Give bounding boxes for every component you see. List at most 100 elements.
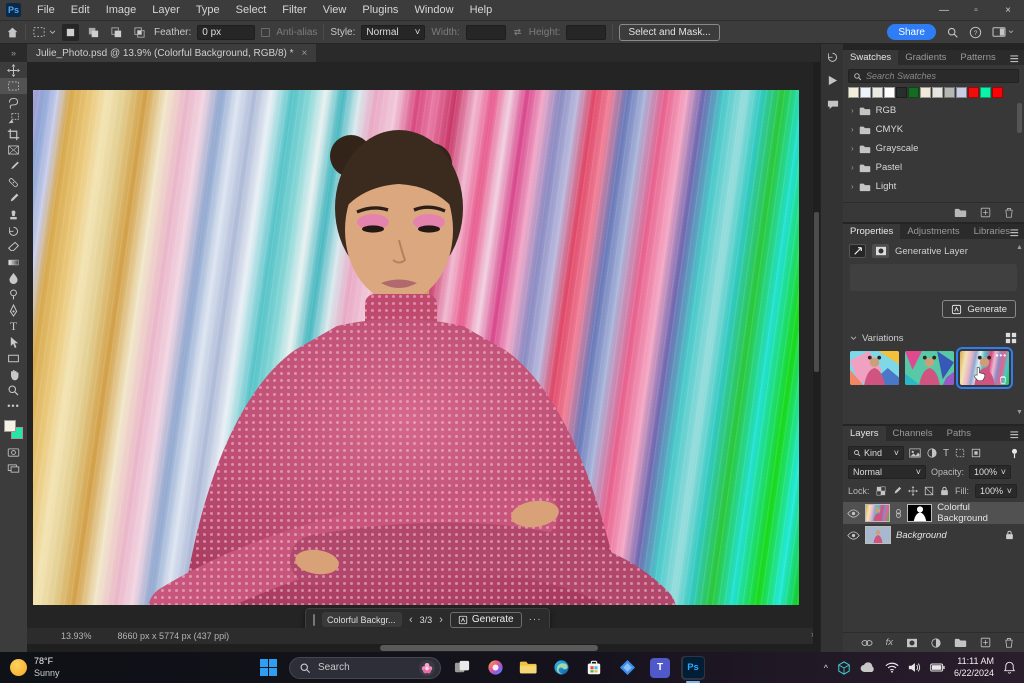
color-swatch[interactable] xyxy=(944,87,955,98)
panel-tab[interactable]: Layers xyxy=(843,426,886,441)
generate-button[interactable]: Generate xyxy=(942,300,1016,318)
prompt-field[interactable]: Colorful Backgr... xyxy=(322,612,402,627)
swatches-scrollbar[interactable] xyxy=(1017,103,1023,193)
quick-mask-icon[interactable] xyxy=(0,444,27,460)
generate-button[interactable]: Generate xyxy=(449,611,522,628)
prompt-textbox[interactable] xyxy=(850,264,1017,291)
expand-icon[interactable]: › xyxy=(851,125,854,134)
width-input[interactable] xyxy=(465,24,506,40)
hscroll-thumb[interactable] xyxy=(380,645,598,651)
notifications-bell-icon[interactable] xyxy=(1003,661,1016,674)
path-selection-tool[interactable] xyxy=(0,334,27,350)
previous-variation-icon[interactable]: ‹ xyxy=(409,614,413,626)
delete-swatch-icon[interactable] xyxy=(1004,207,1014,218)
visibility-eye-icon[interactable] xyxy=(847,530,860,540)
filter-toggle-icon[interactable] xyxy=(1010,448,1019,459)
filter-shape-layers-icon[interactable] xyxy=(955,448,965,458)
object-selection-tool[interactable] xyxy=(0,110,27,126)
share-button[interactable]: Share xyxy=(887,24,936,40)
maximize-button[interactable]: ▫ xyxy=(960,0,992,20)
next-variation-icon[interactable]: › xyxy=(439,614,443,626)
filter-type-layers-icon[interactable]: T xyxy=(943,448,949,459)
subtract-selection-mode[interactable] xyxy=(108,24,125,41)
delete-layer-icon[interactable] xyxy=(1004,637,1014,648)
frame-tool[interactable] xyxy=(0,142,27,158)
variations-header[interactable]: Variations xyxy=(843,324,1024,348)
blend-mode-select[interactable]: Normal ˅ xyxy=(848,465,926,479)
clock-widget[interactable]: 11:11 AM 6/22/2024 xyxy=(954,656,994,679)
menu-item[interactable]: Filter xyxy=(274,0,314,20)
swatch-group-row[interactable]: › RGB xyxy=(843,101,1024,120)
export-icon[interactable] xyxy=(821,68,844,92)
blur-tool[interactable] xyxy=(0,270,27,286)
layer-mask-thumbnail[interactable] xyxy=(907,504,933,522)
swatches-search[interactable] xyxy=(848,69,1019,83)
filter-pixel-layers-icon[interactable] xyxy=(909,448,921,458)
comments-icon[interactable] xyxy=(821,92,844,116)
color-swatch[interactable] xyxy=(884,87,895,98)
hand-tool[interactable] xyxy=(0,366,27,382)
vertical-scrollbar[interactable] xyxy=(813,62,820,644)
menu-item[interactable]: Help xyxy=(462,0,501,20)
eraser-tool[interactable] xyxy=(0,238,27,254)
taskbar-search[interactable]: Search xyxy=(289,656,441,679)
delete-variation-icon[interactable] xyxy=(999,375,1007,384)
vscroll-thumb[interactable] xyxy=(814,212,819,372)
menu-item[interactable]: View xyxy=(315,0,355,20)
file-explorer-button[interactable] xyxy=(516,656,540,680)
add-mask-icon[interactable] xyxy=(906,638,918,648)
panel-tab[interactable]: Properties xyxy=(843,224,901,239)
photoshop-taskbar-button[interactable]: Ps xyxy=(681,655,705,683)
new-selection-mode[interactable] xyxy=(62,23,79,41)
panel-tab[interactable]: Swatches xyxy=(843,50,899,65)
intersect-selection-mode[interactable] xyxy=(131,24,148,41)
horizontal-scrollbar[interactable] xyxy=(27,644,820,652)
color-swatch[interactable] xyxy=(992,87,1003,98)
swatch-group-row[interactable]: › Light xyxy=(843,177,1024,196)
start-button[interactable] xyxy=(256,656,280,680)
swatch-group-row[interactable]: › Pastel xyxy=(843,158,1024,177)
edit-toolbar-icon[interactable]: ••• xyxy=(0,398,27,414)
help-icon[interactable]: ? xyxy=(969,26,982,39)
crop-tool[interactable] xyxy=(0,126,27,142)
clone-stamp-tool[interactable] xyxy=(0,206,27,222)
pen-tool[interactable] xyxy=(0,302,27,318)
drag-handle[interactable] xyxy=(313,613,315,626)
panel-menu-icon[interactable]: ≡ xyxy=(1010,427,1019,445)
workspace-icon[interactable] xyxy=(992,26,1014,38)
layer-row-background[interactable]: Background xyxy=(843,524,1024,546)
layer-thumbnail[interactable] xyxy=(865,526,891,544)
menu-item[interactable]: Select xyxy=(228,0,275,20)
dodge-tool[interactable] xyxy=(0,286,27,302)
canvas-image[interactable] xyxy=(33,90,799,605)
select-and-mask-button[interactable]: Select and Mask... xyxy=(619,23,720,41)
layer-row-colorful-background[interactable]: Colorful Background xyxy=(843,502,1024,524)
more-options-icon[interactable]: ··· xyxy=(529,614,542,625)
lock-transparency-icon[interactable] xyxy=(876,486,886,496)
move-tool[interactable] xyxy=(0,62,27,78)
variation-1[interactable] xyxy=(850,351,899,385)
panel-tab[interactable]: Patterns xyxy=(953,50,1002,65)
new-layer-icon[interactable] xyxy=(980,637,991,648)
filter-adjustment-layers-icon[interactable] xyxy=(927,448,937,458)
copilot-button[interactable] xyxy=(483,656,507,680)
close-button[interactable]: × xyxy=(992,0,1024,20)
color-swatch[interactable] xyxy=(956,87,967,98)
layer-name[interactable]: Colorful Background xyxy=(937,502,1020,524)
panel-tab[interactable]: Channels xyxy=(886,426,940,441)
color-swatch[interactable] xyxy=(920,87,931,98)
new-swatch-icon[interactable] xyxy=(980,207,991,218)
history-icon[interactable] xyxy=(821,44,844,68)
panel-tab[interactable]: Adjustments xyxy=(900,224,966,239)
minimize-button[interactable]: — xyxy=(928,0,960,20)
onedrive-tray-icon[interactable] xyxy=(860,662,876,673)
lock-position-icon[interactable] xyxy=(907,486,918,496)
menu-item[interactable]: Image xyxy=(98,0,145,20)
gradient-tool[interactable] xyxy=(0,254,27,270)
color-swatch[interactable] xyxy=(848,87,859,98)
color-swatch[interactable] xyxy=(980,87,991,98)
expand-icon[interactable]: › xyxy=(851,106,854,115)
adjustment-layer-icon[interactable] xyxy=(931,637,941,648)
menu-item[interactable]: Plugins xyxy=(354,0,406,20)
expand-icon[interactable]: › xyxy=(851,144,854,153)
